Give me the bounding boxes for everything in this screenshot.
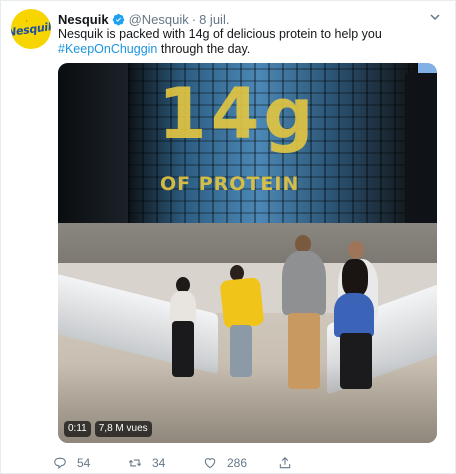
tweet-date[interactable]: 8 juil. xyxy=(199,12,229,27)
video-views: 7,8 M vues xyxy=(94,421,152,437)
tweet-actions: 54 34 286 xyxy=(53,456,313,470)
avatar[interactable]: • Nesquik xyxy=(11,9,51,49)
tweet-text: Nesquik is packed with 14g of delicious … xyxy=(58,27,438,57)
video-overlay-big: 14g xyxy=(158,73,318,155)
reply-button[interactable]: 54 xyxy=(53,456,128,470)
share-icon xyxy=(279,457,291,469)
author-handle[interactable]: @Nesquik xyxy=(129,12,189,27)
separator: · xyxy=(191,11,197,27)
like-count: 286 xyxy=(227,456,248,470)
retweet-button[interactable]: 34 xyxy=(128,456,203,470)
author-name[interactable]: Nesquik xyxy=(58,12,109,27)
video-player[interactable]: 14g OF PROTEIN 0:11 7,8 M vues xyxy=(58,63,437,443)
video-badges: 0:11 7,8 M vues xyxy=(64,421,152,437)
video-overlay-sub: OF PROTEIN xyxy=(160,173,300,195)
nesquik-logo-icon: Nesquik xyxy=(11,19,51,39)
share-button[interactable] xyxy=(278,456,302,470)
tweet-body-end: through the day. xyxy=(157,42,251,56)
heart-icon xyxy=(204,458,216,469)
retweet-count: 34 xyxy=(152,456,166,470)
chevron-down-icon[interactable] xyxy=(429,11,441,23)
tweet-header: Nesquik @Nesquik · 8 juil. xyxy=(58,10,229,28)
retweet-icon xyxy=(128,459,142,467)
verified-badge-icon xyxy=(112,13,124,25)
like-button[interactable]: 286 xyxy=(203,456,278,470)
video-duration: 0:11 xyxy=(64,421,91,437)
tweet-body: Nesquik is packed with 14g of delicious … xyxy=(58,27,382,41)
tweet[interactable]: • Nesquik Nesquik @Nesquik · 8 juil. Nes… xyxy=(0,0,456,474)
hashtag-link[interactable]: #KeepOnChuggin xyxy=(58,42,157,56)
reply-icon xyxy=(54,457,66,470)
reply-count: 54 xyxy=(77,456,91,470)
